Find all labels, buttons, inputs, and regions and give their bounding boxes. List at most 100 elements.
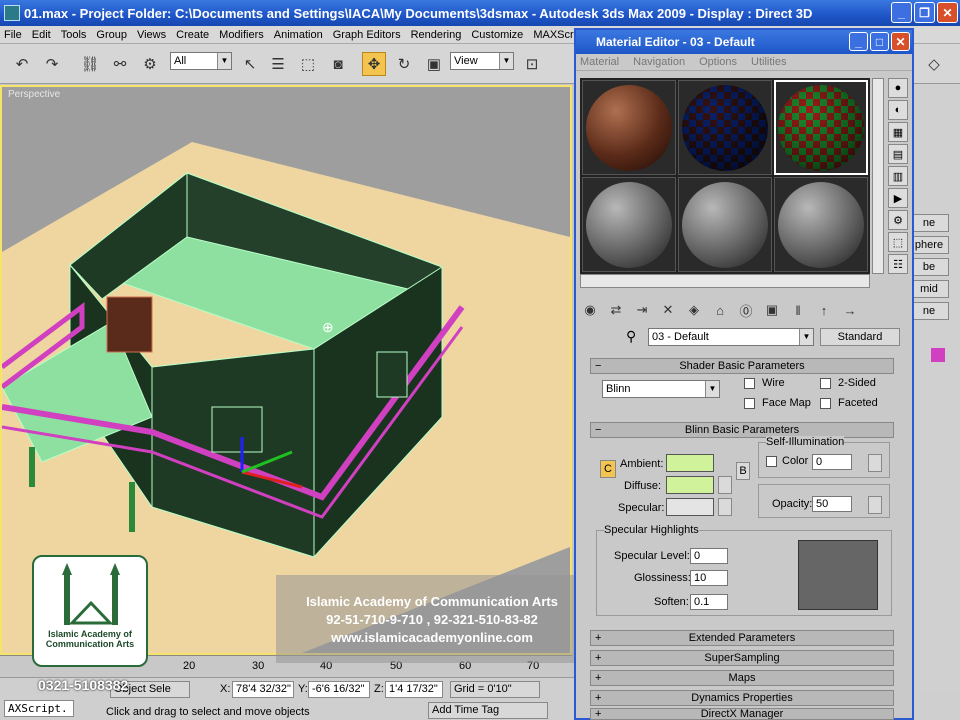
video-color-check-icon[interactable]: ▥ bbox=[888, 166, 908, 186]
wire-checkbox[interactable] bbox=[744, 378, 755, 389]
object-type-button[interactable]: mid bbox=[909, 280, 949, 298]
uv-tiling-icon[interactable]: ▤ bbox=[888, 144, 908, 164]
minimize-button[interactable]: _ bbox=[891, 2, 912, 23]
redo-icon[interactable]: ↷ bbox=[40, 52, 64, 76]
unlink-icon[interactable]: ⚯ bbox=[108, 52, 132, 76]
put-to-scene-icon[interactable]: ⇄ bbox=[606, 300, 626, 320]
pick-material-icon[interactable]: ⚲ bbox=[626, 328, 636, 345]
directx-manager-rollout[interactable]: + DirectX Manager bbox=[590, 708, 894, 720]
self-illum-value[interactable]: 0 bbox=[812, 454, 852, 470]
pivot-center-icon[interactable]: ⊡ bbox=[520, 52, 544, 76]
selection-filter-dropdown[interactable]: All ▼ bbox=[170, 52, 232, 70]
undo-icon[interactable]: ↶ bbox=[10, 52, 34, 76]
show-map-in-viewport-icon[interactable]: ▣ bbox=[762, 300, 782, 320]
specular-level-field[interactable]: 0 bbox=[690, 548, 728, 564]
opacity-field[interactable]: 50 bbox=[812, 496, 852, 512]
menu-group[interactable]: Group bbox=[96, 29, 127, 41]
specular-map-button[interactable] bbox=[718, 498, 732, 516]
go-to-parent-icon[interactable]: ↑ bbox=[814, 300, 834, 320]
object-type-button[interactable]: ne bbox=[909, 302, 949, 320]
menu-options[interactable]: Options bbox=[699, 56, 737, 68]
object-type-button[interactable]: phere bbox=[909, 236, 949, 254]
menu-edit[interactable]: Edit bbox=[32, 29, 51, 41]
blinn-basic-rollout[interactable]: − Blinn Basic Parameters bbox=[590, 422, 894, 438]
maps-rollout[interactable]: + Maps bbox=[590, 670, 894, 686]
slots-vertical-scrollbar[interactable] bbox=[872, 78, 884, 274]
shader-dropdown[interactable]: Blinn ▼ bbox=[602, 380, 720, 398]
go-forward-sibling-icon[interactable]: → bbox=[840, 300, 860, 320]
slots-horizontal-scrollbar[interactable] bbox=[580, 274, 870, 288]
x-coordinate-field[interactable]: 78'4 32/32" bbox=[232, 681, 294, 698]
background-icon[interactable]: ▦ bbox=[888, 122, 908, 142]
material-effects-channel-icon[interactable]: ⓪ bbox=[736, 300, 756, 320]
diffuse-color-swatch[interactable] bbox=[666, 476, 714, 494]
self-illum-map-button[interactable] bbox=[868, 454, 882, 472]
reference-coordinate-dropdown[interactable]: View ▼ bbox=[450, 52, 514, 70]
material-name-field[interactable]: 03 - Default ▼ bbox=[648, 328, 814, 346]
menu-animation[interactable]: Animation bbox=[274, 29, 323, 41]
close-button[interactable]: ✕ bbox=[937, 2, 958, 23]
select-by-name-icon[interactable]: ☰ bbox=[266, 52, 290, 76]
extended-parameters-rollout[interactable]: + Extended Parameters bbox=[590, 630, 894, 646]
faceted-checkbox[interactable] bbox=[820, 398, 831, 409]
show-end-result-icon[interactable]: ‖ bbox=[788, 300, 808, 320]
menu-navigation[interactable]: Navigation bbox=[633, 56, 685, 68]
menu-modifiers[interactable]: Modifiers bbox=[219, 29, 264, 41]
make-unique-icon[interactable]: ◈ bbox=[684, 300, 704, 320]
sample-slot-6[interactable] bbox=[774, 177, 868, 272]
sample-slot-4[interactable] bbox=[582, 177, 676, 272]
select-move-icon[interactable]: ✥ bbox=[362, 52, 386, 76]
sample-slot-1[interactable] bbox=[582, 80, 676, 175]
lock-c-button[interactable]: C bbox=[600, 460, 616, 478]
menu-rendering[interactable]: Rendering bbox=[411, 29, 462, 41]
select-object-icon[interactable]: ↖ bbox=[238, 52, 262, 76]
menu-tools[interactable]: Tools bbox=[61, 29, 87, 41]
soften-field[interactable]: 0.1 bbox=[690, 594, 728, 610]
material-navigator-icon[interactable]: ☷ bbox=[888, 254, 908, 274]
sample-slot-3-selected[interactable] bbox=[774, 80, 868, 175]
diffuse-map-button[interactable] bbox=[718, 476, 732, 494]
shader-basic-rollout[interactable]: − Shader Basic Parameters bbox=[590, 358, 894, 374]
object-type-button[interactable]: ne bbox=[909, 214, 949, 232]
add-time-tag[interactable]: Add Time Tag bbox=[428, 702, 548, 719]
z-coordinate-field[interactable]: 1'4 17/32" bbox=[385, 681, 443, 698]
object-type-button[interactable]: be bbox=[909, 258, 949, 276]
reset-map-icon[interactable]: ✕ bbox=[658, 300, 678, 320]
face-map-checkbox[interactable] bbox=[744, 398, 755, 409]
select-link-icon[interactable]: ⛓ bbox=[78, 52, 102, 76]
select-rotate-icon[interactable]: ↻ bbox=[392, 52, 416, 76]
opacity-map-button[interactable] bbox=[868, 496, 882, 514]
menu-customize[interactable]: Customize bbox=[471, 29, 523, 41]
minimize-button[interactable]: _ bbox=[849, 32, 868, 51]
y-coordinate-field[interactable]: -6'6 16/32" bbox=[308, 681, 370, 698]
menu-file[interactable]: File bbox=[4, 29, 22, 41]
bind-space-warp-icon[interactable]: ⚙ bbox=[138, 52, 162, 76]
supersampling-rollout[interactable]: + SuperSampling bbox=[590, 650, 894, 666]
menu-create[interactable]: Create bbox=[176, 29, 209, 41]
menu-material[interactable]: Material bbox=[580, 56, 619, 68]
rectangular-selection-icon[interactable]: ⬚ bbox=[296, 52, 320, 76]
sample-slot-5[interactable] bbox=[678, 177, 772, 272]
sample-type-icon[interactable]: ● bbox=[888, 78, 908, 98]
maxscript-listener[interactable]: AXScript. bbox=[4, 700, 74, 717]
backlight-icon[interactable]: ◐ bbox=[888, 100, 908, 120]
window-crossing-icon[interactable]: ◙ bbox=[326, 52, 350, 76]
menu-graph-editors[interactable]: Graph Editors bbox=[333, 29, 401, 41]
menu-views[interactable]: Views bbox=[137, 29, 166, 41]
select-by-material-icon[interactable]: ⬚ bbox=[888, 232, 908, 252]
ambient-color-swatch[interactable] bbox=[666, 454, 714, 472]
material-type-button[interactable]: Standard bbox=[820, 328, 900, 346]
glossiness-field[interactable]: 10 bbox=[690, 570, 728, 586]
put-to-library-icon[interactable]: ⌂ bbox=[710, 300, 730, 320]
sample-slot-2[interactable] bbox=[678, 80, 772, 175]
restore-button[interactable]: ❐ bbox=[914, 2, 935, 23]
lock-b-button[interactable]: B bbox=[736, 462, 750, 480]
assign-material-icon[interactable]: ⇥ bbox=[632, 300, 652, 320]
close-button[interactable]: ✕ bbox=[891, 32, 910, 51]
menu-utilities[interactable]: Utilities bbox=[751, 56, 786, 68]
dynamics-properties-rollout[interactable]: + Dynamics Properties bbox=[590, 690, 894, 706]
eraser-icon[interactable]: ◇ bbox=[922, 52, 946, 76]
make-preview-icon[interactable]: ▶ bbox=[888, 188, 908, 208]
viewport-label[interactable]: Perspective bbox=[8, 89, 60, 100]
select-scale-icon[interactable]: ▣ bbox=[422, 52, 446, 76]
